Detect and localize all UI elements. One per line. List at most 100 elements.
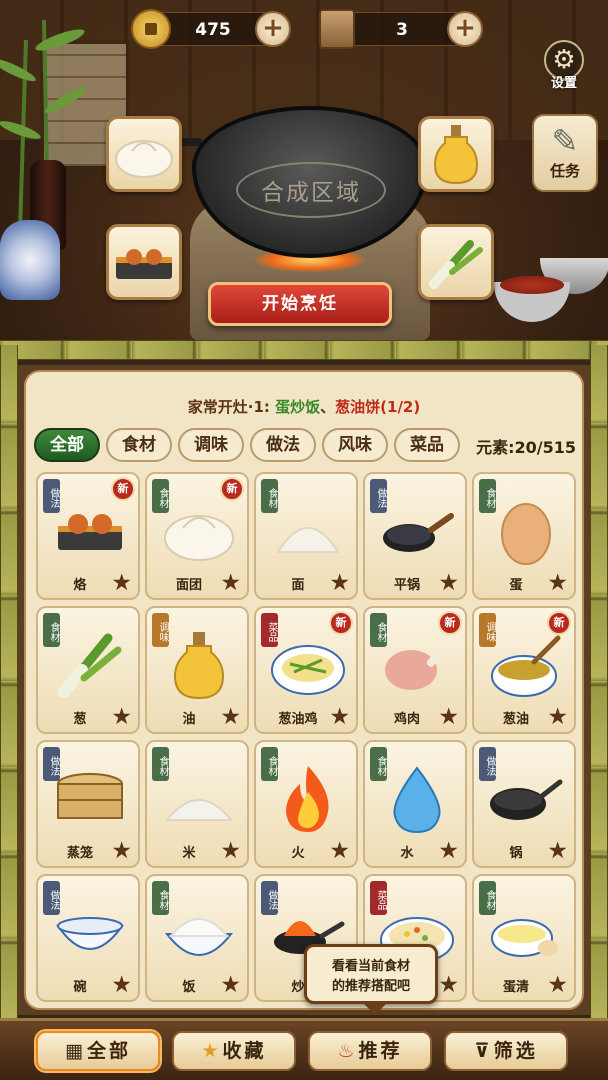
start-cooking-button[interactable]: 开始烹饪	[208, 282, 392, 326]
element-card-15[interactable]: 做法锅 ★	[472, 740, 576, 868]
nav-favorites-label: 收藏	[222, 1040, 267, 1062]
quest-item-todo: 葱油饼(1/2)	[335, 398, 421, 416]
element-card-9[interactable]: 食材 鸡肉 ★ 新	[363, 606, 467, 734]
favorite-star-icon[interactable]: ★	[547, 974, 568, 997]
tab-dishes[interactable]: 菜品	[394, 428, 460, 462]
griddle-icon	[52, 494, 128, 570]
element-name: 面	[291, 578, 305, 593]
favorite-star-icon[interactable]: ★	[438, 572, 459, 595]
slot-scallion[interactable]	[418, 224, 494, 300]
bamboo-frame-top	[0, 340, 608, 360]
element-card-2[interactable]: 食材 面团 ★ 新	[145, 472, 249, 600]
new-badge: 新	[329, 611, 353, 635]
tab-methods[interactable]: 做法	[250, 428, 316, 462]
coin-icon	[131, 9, 171, 49]
category-tabs: 全部 食材 调味 做法 风味 菜品 元素:20/515	[34, 428, 582, 462]
favorite-star-icon[interactable]: ★	[438, 706, 459, 729]
quest-prefix: 家常开灶·1:	[187, 398, 276, 416]
chicken-leg-icon	[379, 628, 455, 704]
favorite-star-icon[interactable]: ★	[220, 706, 241, 729]
tooltip-text: 看看当前食材 的推荐搭配吧	[331, 959, 410, 994]
task-label: 任务	[549, 162, 580, 180]
element-card-16[interactable]: 做法碗 ★	[36, 874, 140, 1002]
element-name: 蒸笼	[66, 846, 93, 861]
recipe-scroll-icon	[319, 9, 355, 49]
element-card-3[interactable]: 食材面 ★	[254, 472, 358, 600]
element-card-1[interactable]: 做法烙 ★ 新	[36, 472, 140, 600]
element-card-12[interactable]: 食材米 ★	[145, 740, 249, 868]
element-card-4[interactable]: 做法 平锅 ★	[363, 472, 467, 600]
new-badge: 新	[220, 477, 244, 501]
favorite-star-icon[interactable]: ★	[329, 840, 350, 863]
element-name: 油	[182, 712, 196, 727]
slot-dough[interactable]	[106, 116, 182, 192]
element-card-17[interactable]: 食材饭 ★	[145, 874, 249, 1002]
water-icon	[379, 762, 455, 838]
element-name: 米	[182, 846, 196, 861]
new-badge: 新	[438, 611, 462, 635]
element-card-7[interactable]: 调味油 ★	[145, 606, 249, 734]
scroll-value: 3	[396, 20, 408, 40]
griddle-icon	[116, 249, 172, 279]
favorite-star-icon[interactable]: ★	[111, 840, 132, 863]
quest-item-done: 蛋炒饭	[275, 398, 321, 416]
inventory-panel: 家常开灶·1: 蛋炒饭、葱油饼(1/2) 全部 食材 调味 做法 风味 菜品 元…	[24, 370, 584, 1010]
favorite-star-icon[interactable]: ★	[111, 572, 132, 595]
rice-icon	[161, 762, 237, 838]
nav-recommend-button[interactable]: ♨ 推荐	[308, 1031, 432, 1071]
favorite-star-icon[interactable]: ★	[111, 974, 132, 997]
porcelain-jar	[0, 220, 60, 300]
slot-griddle[interactable]	[106, 224, 182, 300]
quest-text[interactable]: 家常开灶·1: 蛋炒饭、葱油饼(1/2)	[26, 396, 582, 417]
tab-seasoning[interactable]: 调味	[178, 428, 244, 462]
element-name: 葱油鸡	[278, 712, 318, 727]
scroll-counter: 3 +	[319, 9, 483, 49]
star-icon: ★	[201, 1040, 219, 1062]
quest-separator: 、	[320, 398, 336, 416]
favorite-star-icon[interactable]: ★	[438, 974, 459, 997]
slot-oil[interactable]	[418, 116, 494, 192]
element-name: 水	[400, 846, 414, 861]
tab-all[interactable]: 全部	[34, 428, 100, 462]
favorite-star-icon[interactable]: ★	[329, 706, 350, 729]
element-card-13[interactable]: 食材火 ★	[254, 740, 358, 868]
element-card-11[interactable]: 做法 蒸笼 ★	[36, 740, 140, 868]
element-card-6[interactable]: 食材葱 ★	[36, 606, 140, 734]
settings-button[interactable]: ⚙ 设置	[540, 40, 588, 96]
element-card-5[interactable]: 食材蛋 ★	[472, 472, 576, 600]
add-coins-button[interactable]: +	[255, 11, 291, 47]
favorite-star-icon[interactable]: ★	[547, 706, 568, 729]
nav-all-button[interactable]: ▦ 全部	[36, 1031, 160, 1071]
favorite-star-icon[interactable]: ★	[220, 572, 241, 595]
task-button[interactable]: ✎ 任务	[532, 114, 598, 192]
settings-label: 设置	[550, 76, 577, 91]
favorite-star-icon[interactable]: ★	[111, 706, 132, 729]
tab-flavors[interactable]: 风味	[322, 428, 388, 462]
recommend-tooltip: 看看当前食材 的推荐搭配吧	[304, 944, 438, 1015]
element-name: 火	[291, 846, 305, 861]
element-name: 锅	[509, 846, 523, 861]
grid-icon: ▦	[65, 1040, 83, 1062]
flame-icon: ♨	[337, 1040, 355, 1062]
nav-favorites-button[interactable]: ★ 收藏	[172, 1031, 296, 1071]
tab-ingredients[interactable]: 食材	[106, 428, 172, 462]
nav-filter-button[interactable]: ⊽ 筛选	[444, 1031, 568, 1071]
element-card-10[interactable]: 调味 葱油 ★ 新	[472, 606, 576, 734]
favorite-star-icon[interactable]: ★	[329, 572, 350, 595]
element-card-8[interactable]: 菜品 葱油鸡 ★ 新	[254, 606, 358, 734]
favorite-star-icon[interactable]: ★	[220, 974, 241, 997]
favorite-star-icon[interactable]: ★	[547, 572, 568, 595]
favorite-star-icon[interactable]: ★	[220, 840, 241, 863]
element-name: 碗	[73, 980, 87, 995]
element-name: 平锅	[393, 578, 420, 593]
element-name: 烙	[73, 578, 87, 593]
favorite-star-icon[interactable]: ★	[438, 840, 459, 863]
add-scrolls-button[interactable]: +	[447, 11, 483, 47]
bamboo-frame-left	[0, 345, 18, 1025]
element-card-14[interactable]: 食材水 ★	[363, 740, 467, 868]
element-card-20[interactable]: 食材 蛋清 ★	[472, 874, 576, 1002]
nav-filter-label: 筛选	[493, 1040, 538, 1062]
element-name: 葱	[73, 712, 87, 727]
scallion-icon	[52, 628, 128, 704]
favorite-star-icon[interactable]: ★	[547, 840, 568, 863]
